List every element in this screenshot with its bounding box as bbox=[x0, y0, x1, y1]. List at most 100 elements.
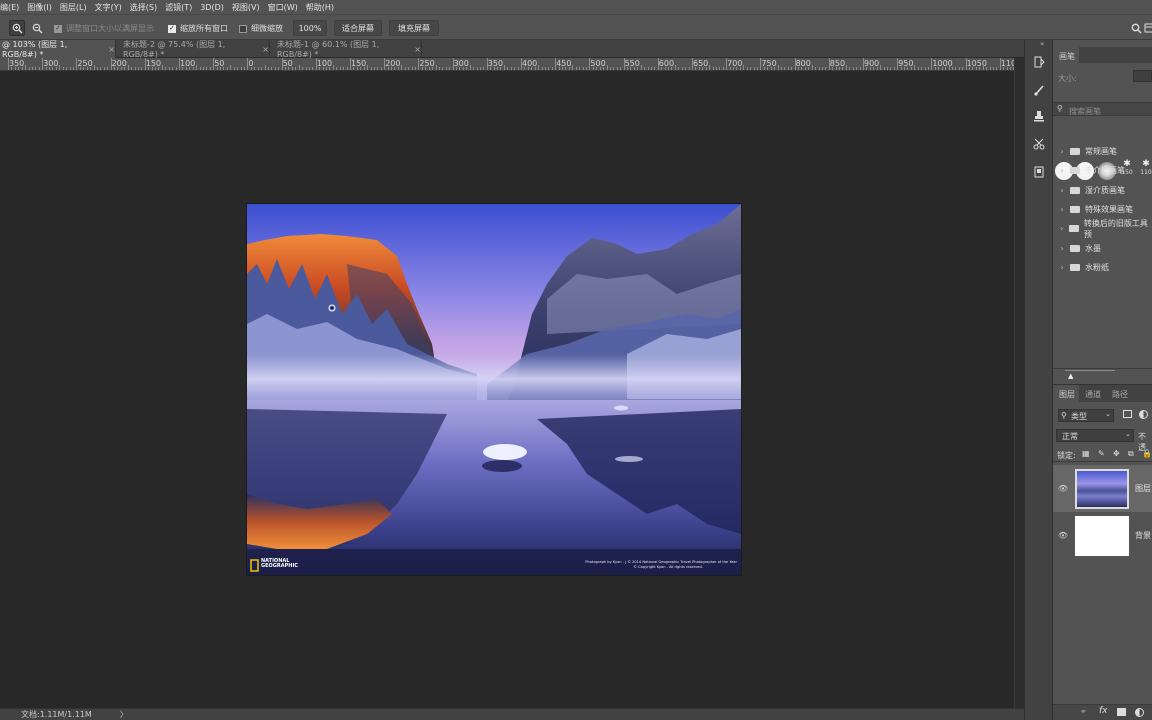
zoom-all-label: 缩放所有窗口 bbox=[180, 24, 228, 33]
brush-folder[interactable]: › 湿介质画笔 bbox=[1053, 181, 1152, 200]
ruler-tick bbox=[514, 67, 516, 70]
workspace-icon[interactable] bbox=[1141, 20, 1152, 36]
menu-item[interactable]: 视图(V) bbox=[232, 2, 260, 13]
close-icon[interactable]: × bbox=[414, 45, 421, 54]
chevron-right-icon[interactable]: › bbox=[1057, 166, 1067, 175]
layer-row-background[interactable]: 👁 背景 bbox=[1053, 512, 1152, 559]
menu-item[interactable]: 图层(L) bbox=[60, 2, 87, 13]
ruler-tick bbox=[640, 65, 642, 70]
status-menu-arrow[interactable]: 〉 bbox=[120, 709, 128, 720]
new-adjustment-icon[interactable] bbox=[1135, 708, 1144, 717]
brush-icon[interactable] bbox=[1031, 82, 1047, 98]
chevron-right-icon[interactable]: › bbox=[1057, 224, 1066, 233]
ruler-tick bbox=[951, 67, 953, 70]
lock-move-icon[interactable]: ✥ bbox=[1113, 449, 1120, 458]
close-icon[interactable]: × bbox=[262, 45, 269, 54]
chevron-right-icon[interactable]: › bbox=[1057, 244, 1067, 253]
scrubby-zoom-checkbox[interactable]: 细微缩放 bbox=[239, 23, 283, 34]
link-layers-icon[interactable]: ⚭ bbox=[1080, 707, 1087, 716]
visibility-eye-icon[interactable]: 👁 bbox=[1053, 484, 1073, 493]
brush-panel-header: 画笔 bbox=[1053, 47, 1152, 63]
vertical-scrollbar[interactable] bbox=[1014, 58, 1024, 708]
ruler-tick bbox=[627, 67, 629, 70]
ruler-tick bbox=[1006, 67, 1008, 70]
lock-label: 锁定: bbox=[1057, 451, 1076, 460]
brush-folder[interactable]: › 水粉纸 bbox=[1053, 258, 1152, 277]
layer-name: 背景 bbox=[1135, 531, 1151, 540]
document-image[interactable]: NATIONAL GEOGRAPHIC Photograph by Kyan .… bbox=[247, 204, 741, 575]
history-icon[interactable] bbox=[1031, 54, 1047, 70]
ruler-tick bbox=[568, 67, 570, 70]
menu-item[interactable]: 编(E) bbox=[0, 2, 19, 13]
brush-folder[interactable]: › 水墨 bbox=[1053, 239, 1152, 258]
brush-folder[interactable]: › 常规画笔 bbox=[1053, 142, 1152, 161]
lock-paint-icon[interactable]: ✎ bbox=[1098, 449, 1105, 458]
layer-thumbnail bbox=[1075, 515, 1129, 556]
menu-item[interactable]: 图像(I) bbox=[27, 2, 52, 13]
close-icon[interactable]: × bbox=[108, 45, 115, 54]
ruler-tick bbox=[842, 67, 844, 70]
visibility-eye-icon[interactable]: 👁 bbox=[1053, 531, 1073, 540]
ruler-tick bbox=[380, 67, 382, 70]
ruler-tick bbox=[168, 67, 170, 70]
lock-all-icon[interactable]: 🔒 bbox=[1142, 449, 1152, 458]
tab-label: 未标题-1 @ 60.1% (图层 1, RGB/8#) * bbox=[277, 40, 380, 59]
options-bar: ✓ 调整窗口大小以满屏显示 ✓ 缩放所有窗口 细微缩放 100% 适合屏幕 填充… bbox=[0, 14, 1152, 40]
fill-screen-button[interactable]: 填充屏幕 bbox=[389, 20, 439, 36]
collapse-panels-icon[interactable]: « bbox=[1040, 40, 1044, 48]
ruler-tick bbox=[880, 65, 882, 70]
tools-scissors-icon[interactable] bbox=[1031, 136, 1047, 152]
properties-icon[interactable] bbox=[1031, 164, 1047, 180]
brush-folder[interactable]: › 特殊效果画笔 bbox=[1053, 200, 1152, 219]
clone-source-icon[interactable] bbox=[1031, 108, 1047, 124]
ruler-tick bbox=[572, 65, 574, 70]
filter-image-icon[interactable] bbox=[1123, 410, 1132, 418]
blend-mode-select[interactable]: 正常 ⌄ bbox=[1056, 429, 1134, 442]
layer-filter-select[interactable]: ⚲ 类型 ⌄ bbox=[1058, 409, 1114, 422]
lock-artboard-icon[interactable]: ⧉ bbox=[1128, 449, 1134, 459]
horizontal-ruler[interactable]: 350 300 250 200 150 100 50 0 50 100 150 200 250 300 35… bbox=[0, 58, 1014, 71]
zoom-100-button[interactable]: 100% bbox=[293, 20, 327, 36]
chevron-right-icon[interactable]: › bbox=[1057, 263, 1067, 272]
add-mask-icon[interactable] bbox=[1117, 708, 1126, 716]
slider-handle-icon[interactable]: ▲ bbox=[1068, 372, 1073, 380]
menu-item[interactable]: 文字(Y) bbox=[95, 2, 122, 13]
ruler-tick bbox=[483, 67, 485, 70]
size-input[interactable] bbox=[1133, 70, 1152, 82]
ruler-tick bbox=[671, 67, 673, 70]
zoom-in-icon[interactable] bbox=[9, 20, 25, 36]
tab-paths[interactable]: 路径 bbox=[1112, 389, 1128, 400]
brush-folder[interactable]: › 干介质画笔 bbox=[1053, 161, 1152, 180]
menu-item[interactable]: 滤镜(T) bbox=[165, 2, 192, 13]
ruler-tick bbox=[750, 67, 752, 70]
fit-screen-button[interactable]: 适合屏幕 bbox=[334, 20, 382, 36]
ruler-tick bbox=[982, 65, 984, 70]
filter-adjustment-icon[interactable] bbox=[1139, 410, 1148, 419]
zoom-all-windows-checkbox[interactable]: ✓ 缩放所有窗口 bbox=[168, 23, 228, 34]
fx-icon[interactable]: fx bbox=[1099, 706, 1108, 716]
chevron-right-icon[interactable]: › bbox=[1057, 147, 1067, 156]
layer-row-photo[interactable]: 👁 图层 bbox=[1053, 465, 1152, 512]
menu-item[interactable]: 帮助(H) bbox=[306, 2, 334, 13]
ruler-tick bbox=[986, 67, 988, 70]
brush-folder[interactable]: › 转换后的旧版工具预 bbox=[1053, 219, 1152, 239]
menu-item[interactable]: 窗口(W) bbox=[268, 2, 298, 13]
menu-item[interactable]: 选择(S) bbox=[130, 2, 157, 13]
right-panel: 画笔 大小: ⚲ 搜索画笔 ✱ 150 ✱ 110 › 常规画笔 › 干介质画笔 › 湿介… bbox=[1053, 40, 1152, 720]
ruler-tick bbox=[907, 67, 909, 70]
tab-document-current[interactable]: @ 103% (图层 1, RGB/8#) * × bbox=[0, 40, 116, 59]
canvas-area[interactable]: NATIONAL GEOGRAPHIC Photograph by Kyan .… bbox=[0, 71, 1014, 708]
tab-channels[interactable]: 通道 bbox=[1085, 389, 1101, 400]
tab-document-2[interactable]: 未标题-2 @ 75.4% (图层 1, RGB/8#) * × bbox=[118, 40, 270, 59]
menu-item[interactable]: 3D(D) bbox=[200, 3, 224, 12]
zoom-out-icon[interactable] bbox=[29, 20, 45, 36]
resize-windows-checkbox[interactable]: ✓ 调整窗口大小以满屏显示 bbox=[54, 23, 154, 34]
tab-document-1[interactable]: 未标题-1 @ 60.1% (图层 1, RGB/8#) * × bbox=[272, 40, 422, 59]
chevron-right-icon[interactable]: › bbox=[1057, 186, 1067, 195]
chevron-right-icon[interactable]: › bbox=[1057, 205, 1067, 214]
preview-size-slider[interactable] bbox=[1065, 370, 1115, 371]
lock-transparent-icon[interactable]: ▦ bbox=[1082, 449, 1090, 458]
ruler-tick bbox=[767, 67, 769, 70]
ruler-tick bbox=[507, 67, 509, 70]
brush-search-field[interactable]: ⚲ 搜索画笔 bbox=[1053, 102, 1152, 116]
